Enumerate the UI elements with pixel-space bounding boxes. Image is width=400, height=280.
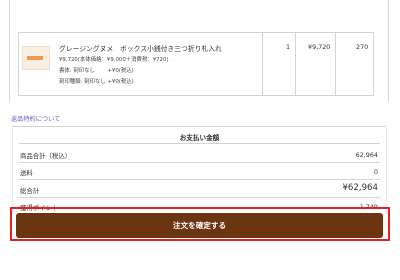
item-option-engraving: 刻印種類: 刻印なし +¥0(税込) [59, 79, 134, 85]
container-right-border [388, 0, 389, 102]
item-option-font: 書体: 刻印なし +¥0(税込) [59, 68, 134, 74]
item-price-detail: ¥9,720(本体価格：¥9,000＋消費税：¥720) [59, 57, 169, 63]
container-left-border [9, 0, 10, 102]
column-divider [295, 33, 296, 95]
item-quantity: 1 [286, 43, 291, 51]
item-unit-price: ¥9,720 [308, 43, 331, 51]
returns-policy-link[interactable]: 返品特約について [11, 114, 60, 123]
divider [19, 162, 380, 163]
payment-summary-title: お支払い金額 [179, 134, 220, 142]
grand-total-label: 総合計 [20, 187, 40, 195]
column-divider [262, 33, 263, 95]
subtotal-value: 62,964 [355, 151, 378, 159]
subtotal-label: 商品合計（税込） [20, 152, 72, 160]
item-name: グレージングヌメ ボックス小銭付き三つ折り札入れ [59, 45, 222, 53]
divider [19, 179, 380, 180]
shipping-value: 0 [373, 168, 378, 176]
product-thumbnail[interactable] [22, 46, 50, 70]
wallet-icon [27, 56, 43, 60]
divider [19, 143, 380, 144]
payment-summary: お支払い金額 商品合計（税込） 62,964 送料 0 総合計 ¥62,964 … [12, 126, 387, 214]
item-points: 270 [356, 43, 369, 51]
order-item-row [18, 32, 374, 96]
confirm-order-button[interactable]: 注文を確定する [16, 213, 383, 238]
grand-total-value: ¥62,964 [342, 183, 378, 193]
column-divider [335, 33, 336, 95]
divider [19, 197, 380, 198]
shipping-label: 送料 [20, 169, 33, 177]
